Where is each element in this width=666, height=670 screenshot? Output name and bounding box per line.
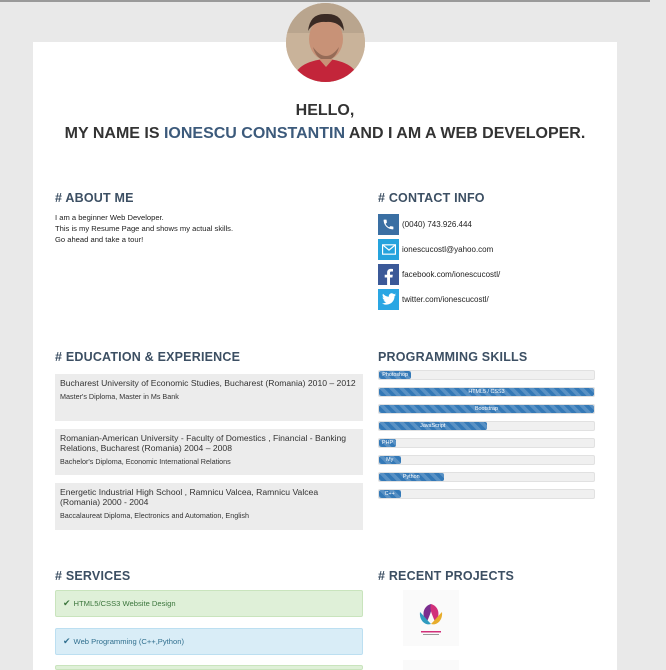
about-line: This is my Resume Page and shows my actu… — [55, 224, 234, 233]
services-heading: # SERVICES — [55, 569, 131, 583]
skill-label: My — [386, 457, 394, 463]
top-border — [0, 0, 666, 2]
contact-item-facebook[interactable]: facebook.com/ionescucostl/ — [378, 262, 500, 286]
page-margin — [650, 0, 666, 670]
check-icon: ✔ — [63, 598, 71, 608]
education-heading: # EDUCATION & EXPERIENCE — [55, 350, 241, 364]
skill-bar: C++ — [378, 489, 595, 499]
skill-fill: JavaScript — [379, 422, 487, 430]
contact-heading: # CONTACT INFO — [378, 191, 485, 205]
hero-prefix: MY NAME IS — [64, 125, 164, 142]
skill-label: JavaScript — [420, 423, 446, 429]
skill-bar: Bootstrap — [378, 404, 595, 414]
phone-icon — [378, 213, 399, 235]
education-title: Bucharest University of Economic Studies… — [60, 378, 356, 388]
education-subtitle: Master's Diploma, Master in Ms Bank — [60, 392, 179, 401]
education-title: Energetic Industrial High School , Ramni… — [60, 487, 319, 507]
hero-title: HELLO, MY NAME IS IONESCU CONSTANTIN AND… — [33, 99, 617, 145]
contact-item-twitter[interactable]: twitter.com/ionescucostl/ — [378, 287, 500, 311]
skill-bar: My — [378, 455, 595, 465]
envelope-icon — [378, 238, 399, 260]
skill-fill: C++ — [379, 490, 401, 498]
project-logo-icon — [403, 590, 459, 646]
contact-item-phone: (0040) 743.926.444 — [378, 212, 500, 236]
about-text: I am a beginner Web Developer. This is m… — [55, 212, 233, 245]
skill-bar: JavaScript — [378, 421, 595, 431]
service-item: ✔ HTML5/CSS3 Website Design — [55, 590, 363, 617]
contact-list: (0040) 743.926.444 ionescucostl@yahoo.co… — [378, 212, 500, 312]
hero-name: IONESCU CONSTANTIN — [163, 125, 345, 142]
skills-heading: PROGRAMMING SKILLS — [378, 350, 528, 364]
service-label: Web Programming (C++,Python) — [73, 637, 184, 646]
skill-bar: PHP — [378, 438, 595, 448]
about-heading: # ABOUT ME — [55, 191, 134, 205]
facebook-icon — [378, 263, 399, 285]
project-thumbnail[interactable] — [403, 590, 459, 646]
contact-text[interactable]: twitter.com/ionescucostl/ — [402, 295, 489, 304]
projects-heading: # RECENT PROJECTS — [378, 569, 515, 583]
skill-label: Python — [402, 474, 420, 480]
skill-label: C++ — [384, 491, 395, 497]
education-item: Energetic Industrial High School , Ramni… — [55, 483, 363, 530]
contact-text[interactable]: ionescucostl@yahoo.com — [402, 245, 493, 254]
education-subtitle: Bachelor's Diploma, Economic Internation… — [60, 457, 231, 466]
service-label: HTML5/CSS3 Website Design — [73, 599, 176, 608]
education-title: Romanian-American University - Faculty o… — [60, 433, 347, 453]
skill-bar: Python — [378, 472, 595, 482]
education-item: Romanian-American University - Faculty o… — [55, 429, 363, 475]
skill-fill: My — [379, 456, 401, 464]
twitter-icon — [378, 288, 399, 310]
skill-label: Photoshop — [382, 372, 409, 378]
contact-item-email[interactable]: ionescucostl@yahoo.com — [378, 237, 500, 261]
skill-fill: HTML5 / CSS3 — [379, 388, 594, 396]
skill-fill: Bootstrap — [379, 405, 594, 413]
skill-label: Bootstrap — [474, 406, 499, 412]
about-line: I am a beginner Web Developer. — [55, 213, 164, 222]
skills-list: Photoshop HTML5 / CSS3 Bootstrap JavaScr… — [378, 370, 595, 506]
education-subtitle: Baccalaureat Diploma, Electronics and Au… — [60, 511, 249, 520]
check-icon: ✔ — [63, 636, 71, 646]
avatar — [286, 3, 365, 82]
hero-intro: MY NAME IS IONESCU CONSTANTIN AND I AM A… — [33, 122, 617, 145]
about-line: Go ahead and take a tour! — [55, 235, 144, 244]
service-item: ✔ Web Programming (C++,Python) — [55, 628, 363, 655]
skill-fill: Photoshop — [379, 371, 412, 379]
skill-bar: Photoshop — [378, 370, 595, 380]
service-item — [55, 665, 363, 670]
skill-label: HTML5 / CSS3 — [468, 389, 505, 395]
hero-suffix: AND I AM A WEB DEVELOPER. — [345, 125, 586, 142]
skill-bar: HTML5 / CSS3 — [378, 387, 595, 397]
skill-fill: PHP — [379, 439, 397, 447]
contact-text[interactable]: facebook.com/ionescucostl/ — [402, 270, 500, 279]
project-thumbnail[interactable] — [403, 660, 459, 670]
education-item: Bucharest University of Economic Studies… — [55, 374, 363, 421]
contact-text: (0040) 743.926.444 — [402, 219, 472, 229]
hero-greeting: HELLO, — [295, 102, 355, 119]
skill-label: PHP — [382, 440, 394, 446]
skill-fill: Python — [379, 473, 444, 481]
